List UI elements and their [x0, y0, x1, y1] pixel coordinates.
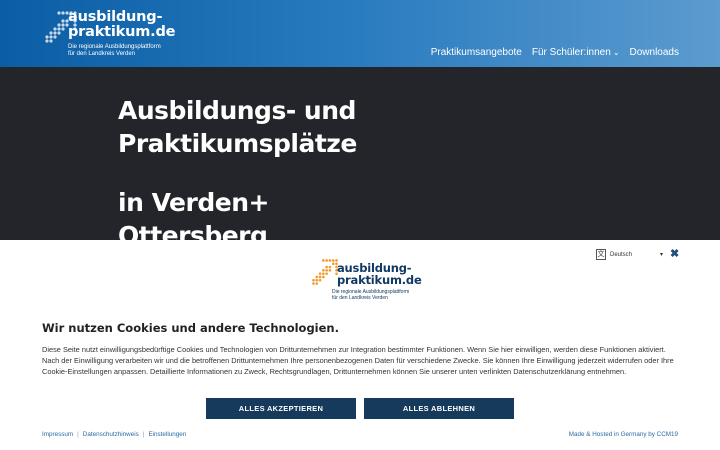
made-by-credit[interactable]: Made & Hosted in Germany by CCM19 [569, 431, 678, 438]
banner-logo-tagline-line2: für den Landkreis Verden [332, 295, 388, 301]
nav-item-fuer-schueler[interactable]: Für Schüler:innen ⌄ [532, 47, 620, 58]
hero-line-4: Ottersberg [118, 221, 268, 242]
cookie-title: Wir nutzen Cookies und andere Technologi… [42, 321, 339, 335]
cookie-banner: 文 Deutsch ▾ ✖ ausbildung- praktikum.de D… [0, 240, 720, 450]
hero-line-2: Praktikumsplätze [118, 129, 357, 158]
link-separator: | [77, 431, 79, 438]
logo-line2: praktikum.de [68, 24, 176, 40]
logo-tagline-line1: Die regionale Ausbildungsplattform [68, 44, 161, 50]
site-logo[interactable]: ausbildung- praktikum.de Die regionale A… [44, 10, 184, 62]
caret-down-icon: ▾ [660, 252, 664, 258]
link-separator: | [142, 431, 145, 438]
logo-tagline-line2: für den Landkreis Verden [68, 51, 136, 57]
logo-wordmark: ausbildung- praktikum.de [68, 10, 175, 40]
site-header: ausbildung- praktikum.de Die regionale A… [0, 0, 720, 67]
chevron-down-icon: ⌄ [612, 48, 620, 57]
nav-item-fuer-schueler-label: Für Schüler:innen [531, 47, 611, 58]
hero-line-3: in Verden+ [118, 188, 269, 217]
logo-line1: ausbildung- [68, 9, 163, 25]
impressum-link[interactable]: Impressum [42, 431, 73, 438]
einstellungen-link[interactable]: Einstellungen [148, 431, 186, 438]
logo-tagline: Die regionale Ausbildungsplattform für d… [68, 44, 161, 58]
hero-spacer [118, 160, 357, 186]
nav-item-downloads[interactable]: Downloads [630, 47, 679, 58]
banner-logo-wordmark: ausbildung- praktikum.de [337, 262, 422, 286]
datenschutz-link[interactable]: Datenschutzhinweis [83, 431, 139, 438]
banner-logo: ausbildung- praktikum.de Die regionale A… [311, 258, 422, 301]
logo-arrow-icon [312, 259, 338, 285]
cookie-footer-links: Impressum | Datenschutzhinweis | Einstellung… [42, 431, 186, 438]
accept-all-button[interactable]: ALLES AKZEPTIEREN [206, 398, 356, 419]
cookie-description: Diese Seite nutzt einwilligungsbedürftig… [42, 345, 674, 376]
hero-title: Ausbildungs- und Praktikumsplätze in Ver… [118, 94, 357, 242]
hero-section: Ausbildungs- und Praktikumsplätze in Ver… [0, 67, 720, 242]
translate-icon: 文 [596, 249, 606, 260]
language-value: Deutsch [610, 251, 633, 258]
reject-all-button[interactable]: ALLES ABLEHNEN [364, 398, 514, 419]
nav-item-praktikumsangebote[interactable]: Praktikumsangebote [431, 47, 522, 58]
main-nav: Praktikumsangebote Für Schüler:innen ⌄ Do… [431, 47, 679, 58]
hero-line-1: Ausbildungs- und [118, 96, 356, 125]
banner-logo-line2: praktikum.de [337, 273, 422, 287]
banner-logo-tagline: Die regionale Ausbildungsplattform für d… [332, 289, 409, 301]
close-icon[interactable]: ✖ [670, 248, 680, 260]
